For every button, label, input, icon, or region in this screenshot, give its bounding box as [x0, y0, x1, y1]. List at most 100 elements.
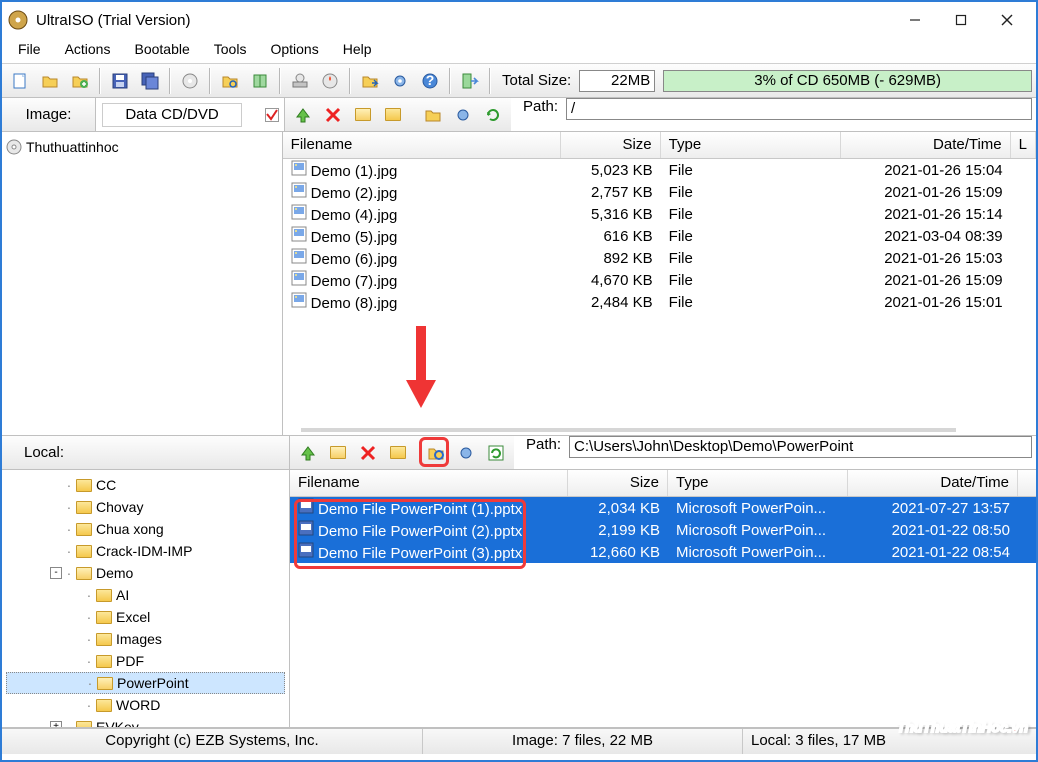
volume-name-input[interactable]: [102, 103, 242, 127]
open-button[interactable]: [36, 67, 64, 95]
menu-file[interactable]: File: [6, 38, 53, 63]
file-row[interactable]: Demo (2).jpg2,757 KBFile2021-01-26 15:09: [283, 181, 1036, 203]
folder-icon: [96, 611, 112, 624]
statusbar: Copyright (c) EZB Systems, Inc. Image: 7…: [2, 728, 1036, 754]
floppy-icon: [111, 72, 129, 90]
tree-node[interactable]: ·PDF: [6, 650, 285, 672]
local-newfolder-button[interactable]: [384, 439, 412, 467]
menu-bootable[interactable]: Bootable: [122, 38, 201, 63]
menu-options[interactable]: Options: [258, 38, 330, 63]
image-remove-button[interactable]: [319, 101, 347, 129]
help-button[interactable]: ?: [416, 67, 444, 95]
file-row[interactable]: Demo (6).jpg892 KBFile2021-01-26 15:03: [283, 247, 1036, 269]
file-row[interactable]: Demo File PowerPoint (1).pptx2,034 KBMic…: [290, 497, 1036, 519]
close-button[interactable]: [984, 5, 1030, 35]
col-size[interactable]: Size: [561, 132, 661, 158]
tree-node[interactable]: +·EVKey: [6, 716, 285, 727]
checkbox-icon[interactable]: [259, 98, 285, 131]
col-l[interactable]: L: [1011, 132, 1036, 158]
exit-button[interactable]: [456, 67, 484, 95]
folder-icon: [96, 633, 112, 646]
minimize-button[interactable]: [892, 5, 938, 35]
menu-help[interactable]: Help: [331, 38, 384, 63]
folder-icon: [355, 108, 371, 121]
save-all-button[interactable]: [136, 67, 164, 95]
image-props-button[interactable]: [449, 101, 477, 129]
col-size[interactable]: Size: [568, 470, 668, 496]
burn-button[interactable]: [316, 67, 344, 95]
image-tree-root[interactable]: Thuthuattinhoc: [6, 136, 278, 158]
horizontal-scrollbar[interactable]: [301, 428, 956, 432]
local-props-button[interactable]: [452, 439, 480, 467]
exit-icon: [461, 72, 479, 90]
tree-node[interactable]: -·Demo: [6, 562, 285, 584]
local-tree-pane[interactable]: ·CC·Chovay·Chua xong·Crack-IDM-IMP-·Demo…: [2, 470, 290, 727]
file-row[interactable]: Demo File PowerPoint (3).pptx12,660 KBMi…: [290, 541, 1036, 563]
tree-node[interactable]: ·WORD: [6, 694, 285, 716]
disc-icon: [6, 139, 22, 155]
move-button[interactable]: [356, 67, 384, 95]
window-title: UltraISO (Trial Version): [36, 12, 892, 29]
tree-expander[interactable]: -: [50, 567, 62, 579]
image-up-button[interactable]: [289, 101, 317, 129]
maximize-button[interactable]: [938, 5, 984, 35]
local-list-header[interactable]: Filename Size Type Date/Time: [290, 470, 1036, 497]
col-filename[interactable]: Filename: [283, 132, 561, 158]
local-remove-button[interactable]: [354, 439, 382, 467]
menu-actions[interactable]: Actions: [53, 38, 123, 63]
file-row[interactable]: Demo (8).jpg2,484 KBFile2021-01-26 15:01: [283, 291, 1036, 313]
options-button[interactable]: [386, 67, 414, 95]
image-path-box[interactable]: /: [566, 98, 1032, 120]
image-newfolder-button[interactable]: [349, 101, 377, 129]
image-subbar: Image: Path: /: [2, 98, 1036, 132]
capacity-bar[interactable]: 3% of CD 650MB (- 629MB): [663, 70, 1032, 92]
tree-node[interactable]: ·Crack-IDM-IMP: [6, 540, 285, 562]
col-type[interactable]: Type: [668, 470, 848, 496]
menu-tools[interactable]: Tools: [202, 38, 259, 63]
compress-button[interactable]: [246, 67, 274, 95]
local-extract-button[interactable]: [422, 439, 450, 467]
image-file-list[interactable]: Filename Size Type Date/Time L Demo (1).…: [283, 132, 1036, 435]
tree-node[interactable]: ·PowerPoint: [6, 672, 285, 694]
help-icon: ?: [421, 72, 439, 90]
tree-label: WORD: [116, 697, 160, 713]
tree-node[interactable]: ·Chovay: [6, 496, 285, 518]
new-button[interactable]: [6, 67, 34, 95]
find-button[interactable]: [216, 67, 244, 95]
file-row[interactable]: Demo (1).jpg5,023 KBFile2021-01-26 15:04: [283, 159, 1036, 181]
image-tree-pane[interactable]: Thuthuattinhoc: [2, 132, 283, 435]
image-refresh-button[interactable]: [479, 101, 507, 129]
file-row[interactable]: Demo File PowerPoint (2).pptx2,199 KBMic…: [290, 519, 1036, 541]
save-button[interactable]: [106, 67, 134, 95]
make-boot-button[interactable]: [176, 67, 204, 95]
local-up-button[interactable]: [294, 439, 322, 467]
image-list-header[interactable]: Filename Size Type Date/Time L: [283, 132, 1036, 159]
mount-button[interactable]: [286, 67, 314, 95]
arrow-up-icon: [299, 444, 317, 462]
local-add-button[interactable]: [324, 439, 352, 467]
tree-expander[interactable]: +: [50, 721, 62, 727]
file-row[interactable]: Demo (4).jpg5,316 KBFile2021-01-26 15:14: [283, 203, 1036, 225]
tree-node[interactable]: ·AI: [6, 584, 285, 606]
local-file-list[interactable]: Filename Size Type Date/Time Demo File P…: [290, 470, 1036, 727]
file-row[interactable]: Demo (5).jpg616 KBFile2021-03-04 08:39: [283, 225, 1036, 247]
folder-arrow-icon: [424, 106, 442, 124]
tree-label: CC: [96, 477, 116, 493]
local-path-box[interactable]: C:\Users\John\Desktop\Demo\PowerPoint: [569, 436, 1032, 458]
col-filename[interactable]: Filename: [290, 470, 568, 496]
col-date[interactable]: Date/Time: [841, 132, 1011, 158]
add-button[interactable]: [66, 67, 94, 95]
tree-node[interactable]: ·CC: [6, 474, 285, 496]
image-file-icon: [291, 248, 307, 264]
col-date[interactable]: Date/Time: [848, 470, 1018, 496]
image-extract-button[interactable]: [419, 101, 447, 129]
tree-node[interactable]: ·Chua xong: [6, 518, 285, 540]
tree-node[interactable]: ·Images: [6, 628, 285, 650]
tree-label: Crack-IDM-IMP: [96, 543, 192, 559]
local-refresh-button[interactable]: [482, 439, 510, 467]
tree-node[interactable]: ·Excel: [6, 606, 285, 628]
col-type[interactable]: Type: [661, 132, 841, 158]
image-newfolder2-button[interactable]: [379, 101, 407, 129]
file-row[interactable]: Demo (7).jpg4,670 KBFile2021-01-26 15:09: [283, 269, 1036, 291]
total-size-value: 22MB: [579, 70, 655, 92]
